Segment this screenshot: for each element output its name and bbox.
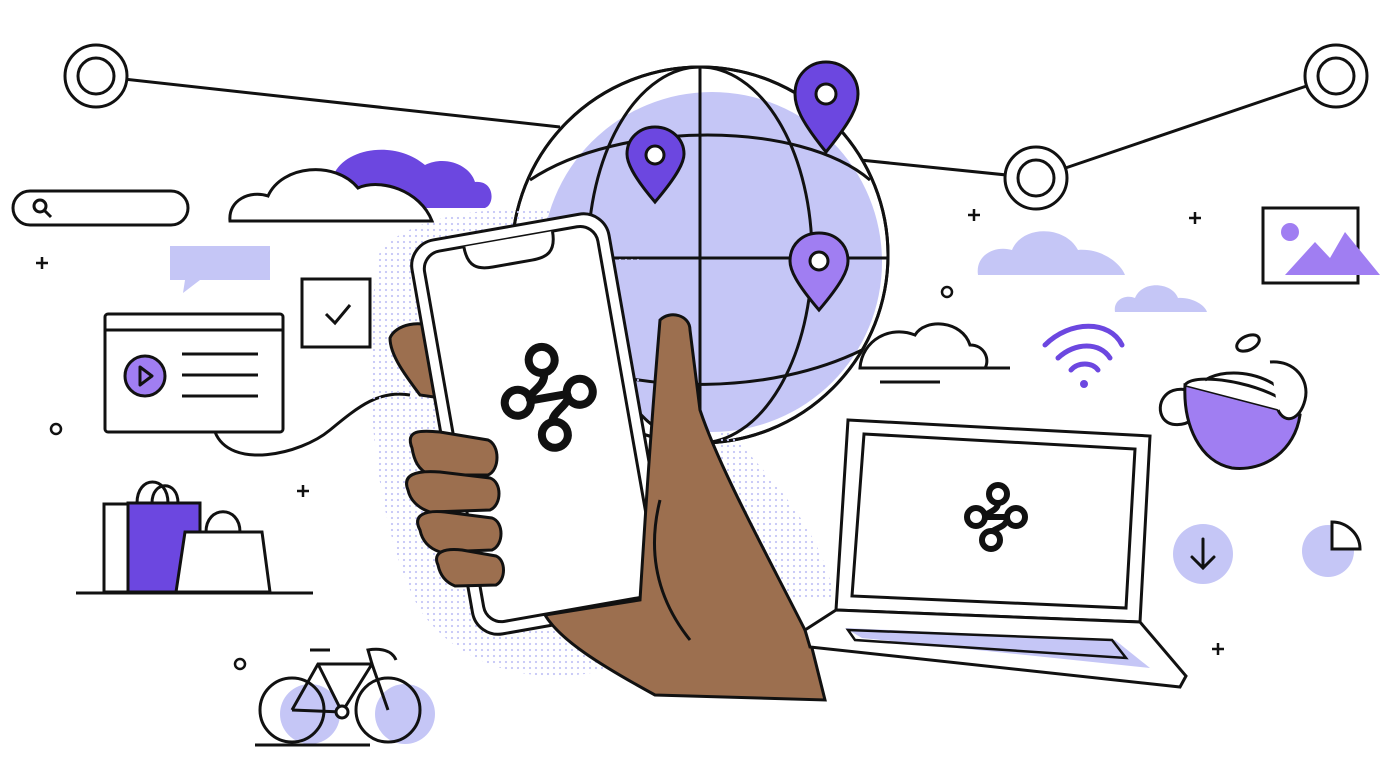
cloud-outline-middle — [858, 322, 1010, 384]
video-window — [103, 312, 285, 434]
network-node-left — [63, 43, 129, 109]
network-node-right — [1303, 43, 1369, 109]
bicycle — [255, 647, 435, 747]
checkbox — [300, 277, 372, 349]
cloud-lavender-2 — [1114, 285, 1207, 312]
network-node-middle — [1003, 145, 1069, 211]
connected-devices-illustration — [11, 43, 1380, 747]
shopping-bags — [76, 480, 313, 595]
laptop — [803, 418, 1188, 689]
play-icon — [123, 354, 167, 398]
pie-chart-icon — [1302, 520, 1362, 577]
search-bar — [11, 189, 190, 227]
speech-bubble — [170, 246, 270, 293]
image-icon — [1261, 206, 1380, 285]
download-arrow-icon — [1173, 524, 1233, 584]
illustration-canvas — [0, 0, 1400, 770]
coffee-cup — [1158, 333, 1308, 470]
cloud-lavender-1 — [977, 231, 1125, 275]
wifi-icon — [1042, 323, 1125, 388]
